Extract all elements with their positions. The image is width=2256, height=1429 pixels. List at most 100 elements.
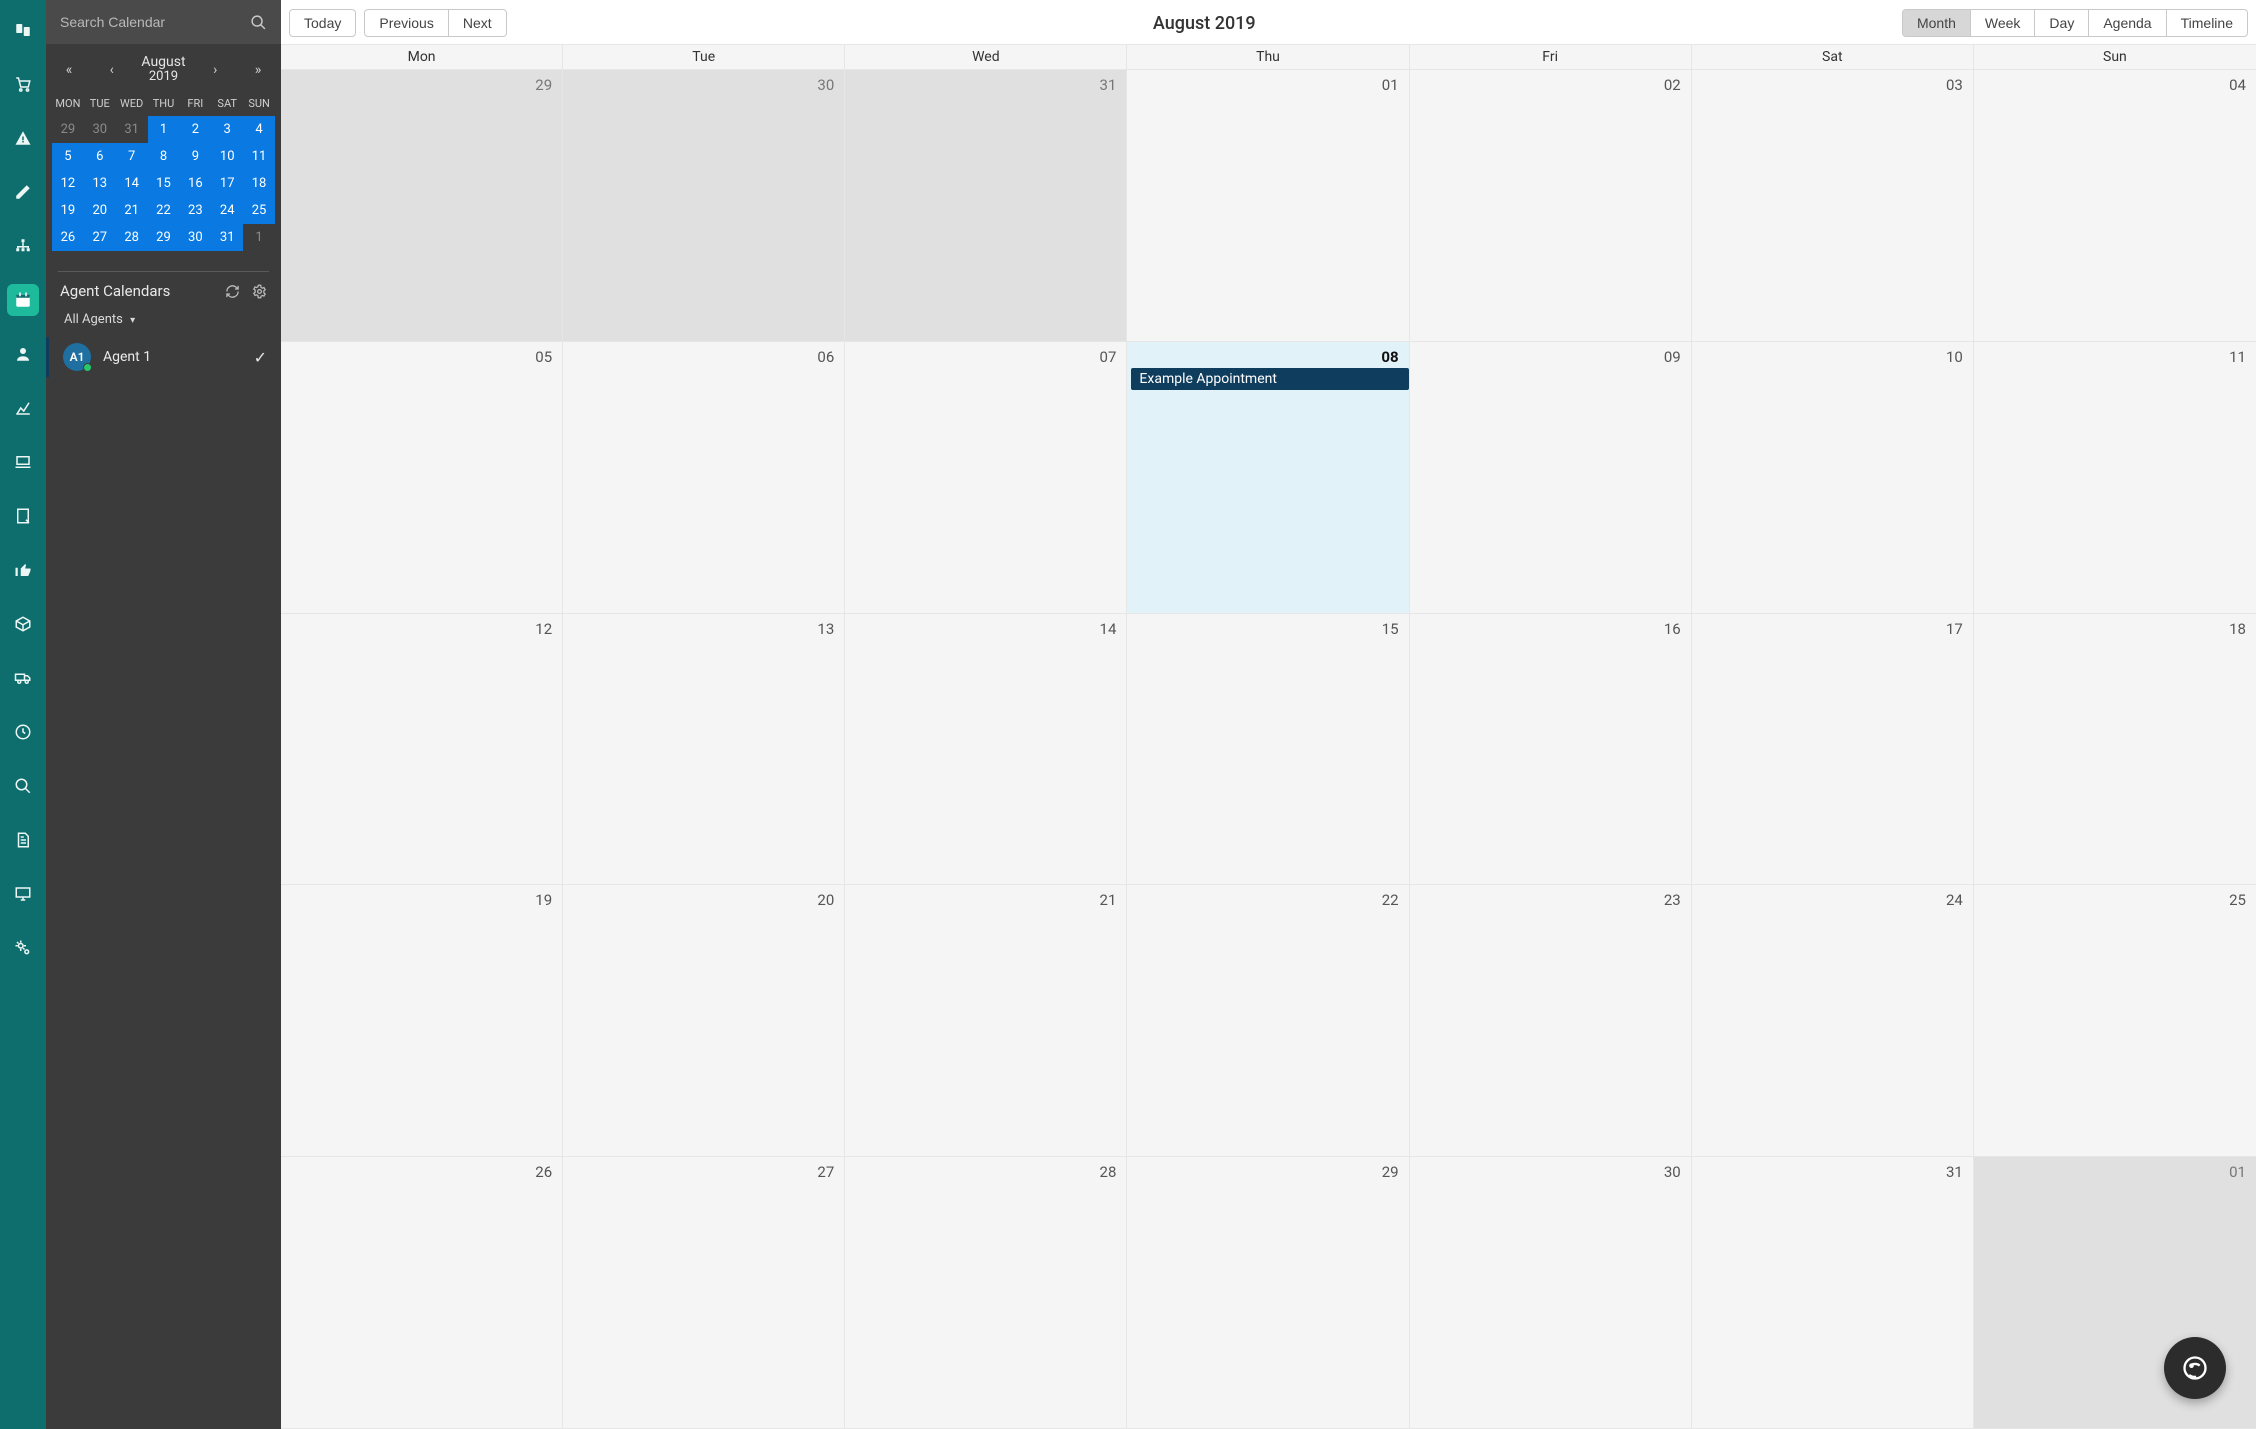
mini-last-button[interactable]: » bbox=[245, 62, 271, 78]
chat-fab[interactable] bbox=[2164, 1337, 2226, 1399]
chart-icon[interactable] bbox=[7, 392, 39, 424]
day-cell[interactable]: 11 bbox=[1974, 342, 2256, 614]
day-cell[interactable]: 12 bbox=[281, 614, 563, 886]
mini-day[interactable]: 10 bbox=[211, 143, 243, 170]
thumb-icon[interactable] bbox=[7, 554, 39, 586]
day-cell[interactable]: 30 bbox=[563, 70, 845, 342]
mini-day[interactable]: 1 bbox=[243, 224, 275, 251]
mini-day[interactable]: 6 bbox=[84, 143, 116, 170]
box-icon[interactable] bbox=[7, 608, 39, 640]
mini-day[interactable]: 11 bbox=[243, 143, 275, 170]
mini-day[interactable]: 19 bbox=[52, 197, 84, 224]
day-cell[interactable]: 06 bbox=[563, 342, 845, 614]
gears-icon[interactable] bbox=[7, 932, 39, 964]
monitor-icon[interactable] bbox=[7, 878, 39, 910]
day-cell[interactable]: 14 bbox=[845, 614, 1127, 886]
mini-day[interactable]: 13 bbox=[84, 170, 116, 197]
mini-day[interactable]: 17 bbox=[211, 170, 243, 197]
refresh-icon[interactable] bbox=[225, 284, 240, 299]
tree-icon[interactable] bbox=[7, 230, 39, 262]
mini-day[interactable]: 28 bbox=[116, 224, 148, 251]
view-timeline[interactable]: Timeline bbox=[2167, 9, 2248, 37]
next-button[interactable]: Next bbox=[449, 9, 507, 37]
alert-icon[interactable] bbox=[7, 122, 39, 154]
day-cell[interactable]: 10 bbox=[1692, 342, 1974, 614]
mini-day[interactable]: 5 bbox=[52, 143, 84, 170]
mini-prev-button[interactable]: ‹ bbox=[99, 62, 125, 78]
mini-day[interactable]: 25 bbox=[243, 197, 275, 224]
cart-icon[interactable] bbox=[7, 68, 39, 100]
mini-next-button[interactable]: › bbox=[202, 62, 228, 78]
mini-day[interactable]: 22 bbox=[148, 197, 180, 224]
mini-day[interactable]: 21 bbox=[116, 197, 148, 224]
mini-day[interactable]: 16 bbox=[179, 170, 211, 197]
mini-day[interactable]: 9 bbox=[179, 143, 211, 170]
search-icon[interactable] bbox=[250, 14, 267, 31]
day-cell[interactable]: 22 bbox=[1127, 885, 1409, 1157]
mini-day[interactable]: 14 bbox=[116, 170, 148, 197]
calendar-event[interactable]: Example Appointment bbox=[1131, 368, 1408, 390]
view-day[interactable]: Day bbox=[2035, 9, 2089, 37]
day-cell[interactable]: 09 bbox=[1410, 342, 1692, 614]
day-cell[interactable]: 27 bbox=[563, 1157, 845, 1429]
note-icon[interactable] bbox=[7, 500, 39, 532]
mini-day[interactable]: 30 bbox=[84, 116, 116, 143]
day-cell[interactable]: 08Example Appointment bbox=[1127, 342, 1409, 614]
mini-day[interactable]: 23 bbox=[179, 197, 211, 224]
search-input[interactable] bbox=[60, 14, 220, 30]
day-cell[interactable]: 26 bbox=[281, 1157, 563, 1429]
mini-day[interactable]: 4 bbox=[243, 116, 275, 143]
mini-cal-title[interactable]: August 2019 bbox=[141, 54, 185, 85]
day-cell[interactable]: 19 bbox=[281, 885, 563, 1157]
laptop-icon[interactable] bbox=[7, 446, 39, 478]
mini-day[interactable]: 31 bbox=[211, 224, 243, 251]
mini-day[interactable]: 18 bbox=[243, 170, 275, 197]
truck-icon[interactable] bbox=[7, 662, 39, 694]
day-cell[interactable]: 23 bbox=[1410, 885, 1692, 1157]
agent-filter-dropdown[interactable]: All Agents ▾ bbox=[46, 308, 281, 337]
previous-button[interactable]: Previous bbox=[364, 9, 448, 37]
view-month[interactable]: Month bbox=[1902, 9, 1971, 37]
day-cell[interactable]: 04 bbox=[1974, 70, 2256, 342]
doc-icon[interactable] bbox=[7, 824, 39, 856]
mini-day[interactable]: 8 bbox=[148, 143, 180, 170]
day-cell[interactable]: 01 bbox=[1127, 70, 1409, 342]
view-week[interactable]: Week bbox=[1971, 9, 2036, 37]
day-cell[interactable]: 29 bbox=[281, 70, 563, 342]
day-cell[interactable]: 31 bbox=[845, 70, 1127, 342]
day-cell[interactable]: 31 bbox=[1692, 1157, 1974, 1429]
search-icon[interactable] bbox=[7, 770, 39, 802]
cards-icon[interactable] bbox=[7, 14, 39, 46]
day-cell[interactable]: 05 bbox=[281, 342, 563, 614]
day-cell[interactable]: 30 bbox=[1410, 1157, 1692, 1429]
clock-icon[interactable] bbox=[7, 716, 39, 748]
day-cell[interactable]: 02 bbox=[1410, 70, 1692, 342]
mini-day[interactable]: 27 bbox=[84, 224, 116, 251]
day-cell[interactable]: 24 bbox=[1692, 885, 1974, 1157]
today-button[interactable]: Today bbox=[289, 9, 356, 37]
day-cell[interactable]: 13 bbox=[563, 614, 845, 886]
day-cell[interactable]: 17 bbox=[1692, 614, 1974, 886]
day-cell[interactable]: 25 bbox=[1974, 885, 2256, 1157]
day-cell[interactable]: 07 bbox=[845, 342, 1127, 614]
day-cell[interactable]: 15 bbox=[1127, 614, 1409, 886]
day-cell[interactable]: 20 bbox=[563, 885, 845, 1157]
mini-day[interactable]: 1 bbox=[148, 116, 180, 143]
mini-first-button[interactable]: « bbox=[56, 62, 82, 78]
day-cell[interactable]: 21 bbox=[845, 885, 1127, 1157]
day-cell[interactable]: 03 bbox=[1692, 70, 1974, 342]
day-cell[interactable]: 29 bbox=[1127, 1157, 1409, 1429]
mini-day[interactable]: 31 bbox=[116, 116, 148, 143]
day-cell[interactable]: 28 bbox=[845, 1157, 1127, 1429]
day-cell[interactable]: 16 bbox=[1410, 614, 1692, 886]
mini-day[interactable]: 24 bbox=[211, 197, 243, 224]
mini-day[interactable]: 12 bbox=[52, 170, 84, 197]
user-icon[interactable] bbox=[7, 338, 39, 370]
gear-icon[interactable] bbox=[252, 284, 267, 299]
mini-day[interactable]: 3 bbox=[211, 116, 243, 143]
mini-day[interactable]: 15 bbox=[148, 170, 180, 197]
mini-day[interactable]: 29 bbox=[148, 224, 180, 251]
calendar-icon[interactable] bbox=[7, 284, 39, 316]
day-cell[interactable]: 18 bbox=[1974, 614, 2256, 886]
mini-day[interactable]: 7 bbox=[116, 143, 148, 170]
